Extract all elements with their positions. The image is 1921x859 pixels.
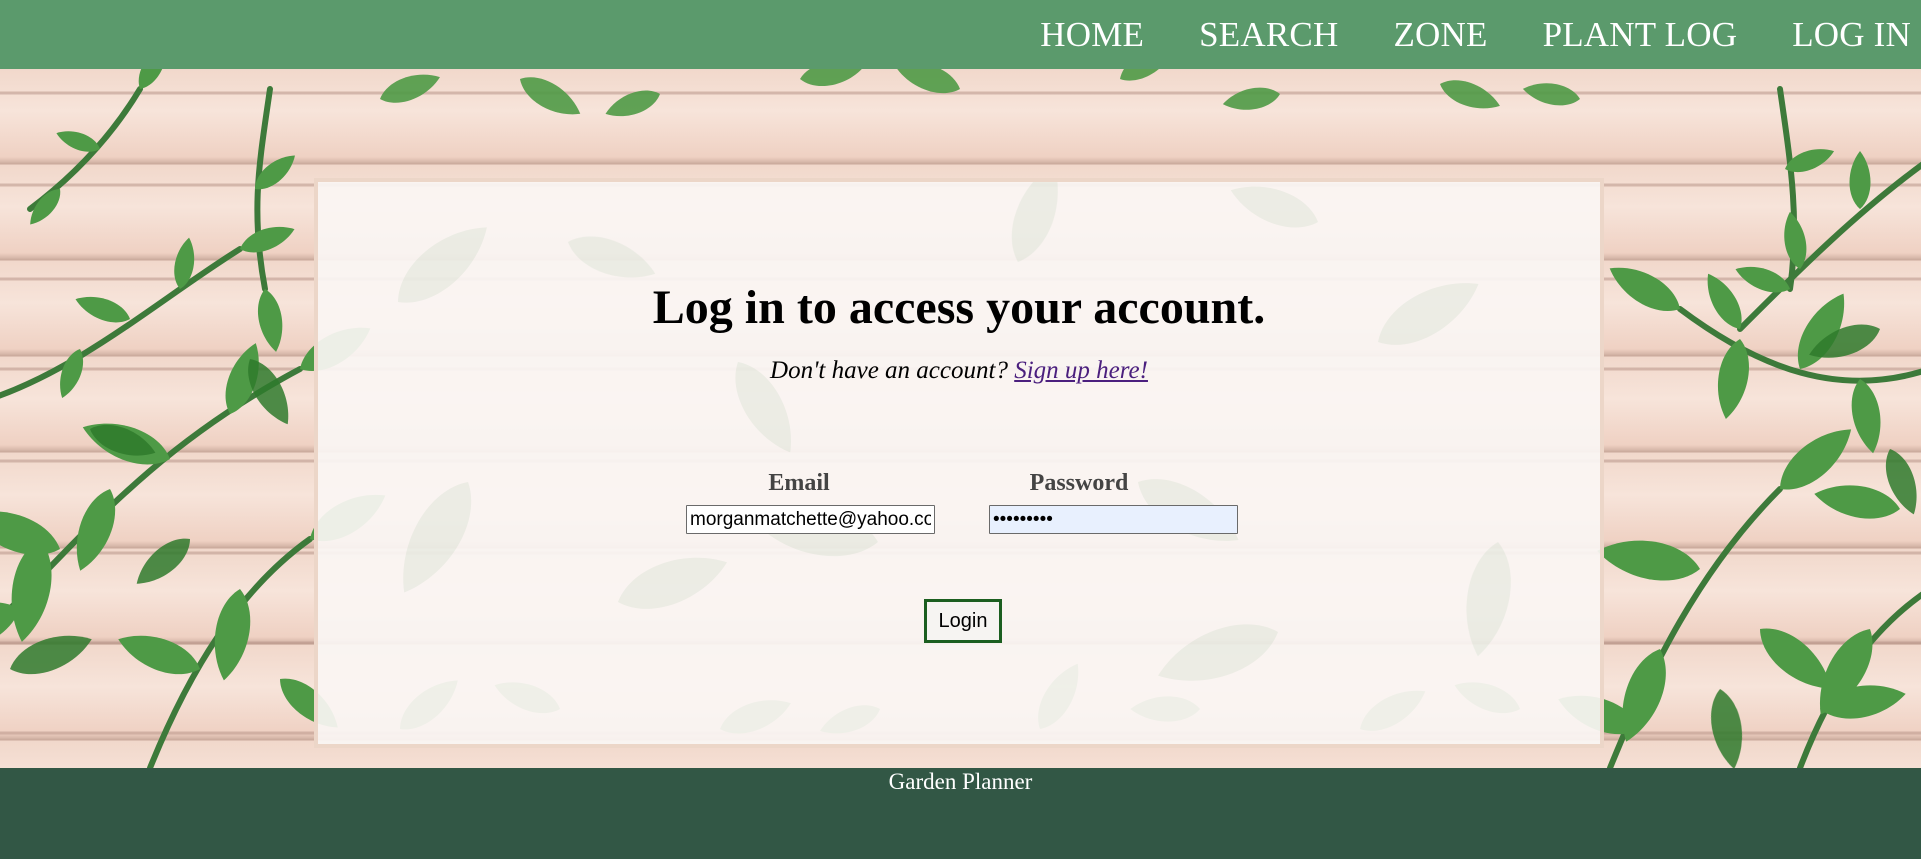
footer-text: Garden Planner	[888, 769, 1033, 794]
signup-link[interactable]: Sign up here!	[1014, 357, 1148, 384]
nav-plant-log[interactable]: PLANT LOG	[1543, 15, 1738, 55]
password-label: Password	[1029, 470, 1129, 496]
page-footer: Garden Planner	[0, 768, 1921, 859]
signup-prompt-text: Don't have an account?	[770, 357, 1008, 384]
email-label: Email	[768, 470, 830, 496]
nav-search[interactable]: SEARCH	[1199, 15, 1338, 55]
nav-zone[interactable]: ZONE	[1393, 15, 1487, 55]
email-field[interactable]	[686, 505, 935, 534]
login-card: Log in to access your account. Don't hav…	[314, 178, 1604, 748]
page-title: Log in to access your account.	[652, 281, 1266, 334]
faded-leaf-pattern	[384, 182, 1519, 698]
password-field[interactable]	[989, 505, 1238, 534]
login-button[interactable]: Login	[924, 599, 1002, 643]
leaf-wood-background: Log in to access your account. Don't hav…	[0, 69, 1921, 768]
nav-log-in[interactable]: LOG IN	[1792, 15, 1911, 55]
nav-home[interactable]: HOME	[1040, 15, 1144, 55]
top-navigation: HOME SEARCH ZONE PLANT LOG LOG IN	[0, 0, 1921, 69]
signup-prompt: Don't have an account? Sign up here!	[318, 357, 1600, 385]
